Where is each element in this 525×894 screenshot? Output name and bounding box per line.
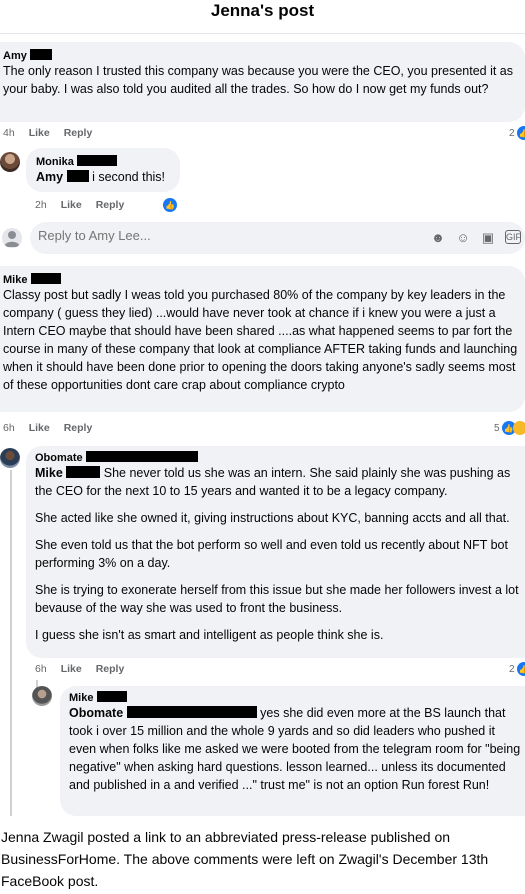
- redacted-name: [29, 49, 52, 60]
- post-header: Jenna's post: [0, 0, 525, 34]
- like-button[interactable]: Like: [29, 422, 50, 434]
- comment-mike-reply: Mike Obomate yes she did even more at th…: [60, 686, 525, 816]
- mention[interactable]: Amy: [36, 170, 63, 184]
- comment-actions: 6h Like Reply: [35, 663, 124, 675]
- reply-button[interactable]: Reply: [64, 422, 93, 434]
- like-icon: 👍: [516, 126, 525, 140]
- redacted-name: [85, 451, 198, 462]
- like-button[interactable]: Like: [29, 127, 50, 139]
- reaction-count: 2: [509, 127, 515, 139]
- comment-time[interactable]: 6h: [35, 663, 47, 675]
- gif-icon[interactable]: GIF: [505, 230, 521, 244]
- redacted-name: [96, 691, 127, 702]
- image-caption: Jenna Zwagil posted a link to an abbrevi…: [1, 829, 489, 889]
- camera-icon[interactable]: ▣: [480, 230, 496, 246]
- comment-author[interactable]: Amy: [3, 49, 521, 62]
- comment-monika: Monika Amy i second this!: [26, 148, 180, 192]
- like-button[interactable]: Like: [61, 663, 82, 675]
- reaction-count: 2: [509, 663, 515, 675]
- comment-text: Amy i second this!: [36, 170, 166, 184]
- comment-author[interactable]: Obomate: [35, 451, 521, 464]
- reply-input-container: ☻ ☺ ▣ GIF: [30, 222, 525, 254]
- comment-amy: Amy The only reason I trusted this compa…: [0, 42, 525, 122]
- redacted-name: [30, 273, 61, 284]
- emoji-icon[interactable]: ☺: [455, 230, 471, 246]
- reaction-summary[interactable]: 5 👍: [494, 421, 525, 435]
- comment-time[interactable]: 6h: [3, 422, 15, 434]
- redacted-name: [76, 155, 117, 166]
- like-icon: 👍: [516, 662, 525, 676]
- comment-actions: 2h Like Reply: [35, 199, 124, 211]
- mention[interactable]: Obomate: [69, 706, 123, 720]
- input-icons: ☻ ☺ ▣ GIF: [430, 230, 521, 246]
- comment-actions: 4h Like Reply: [3, 127, 92, 139]
- comment-author[interactable]: Mike: [69, 691, 521, 704]
- comment-time[interactable]: 4h: [3, 127, 15, 139]
- mention[interactable]: Mike: [35, 466, 63, 480]
- page-title: Jenna's post: [210, 1, 315, 20]
- reaction-summary[interactable]: 2 👍: [509, 662, 525, 676]
- redacted-name: [66, 170, 89, 182]
- avatar-icon: [2, 228, 22, 248]
- avatar[interactable]: [0, 448, 20, 468]
- comment-author[interactable]: Monika: [36, 155, 170, 168]
- reaction-summary[interactable]: 👍: [163, 198, 177, 212]
- reaction-summary[interactable]: 2 👍: [509, 126, 525, 140]
- comment-paragraph: She acted like she owned it, giving inst…: [35, 511, 510, 525]
- comment-actions: 6h Like Reply: [3, 422, 92, 434]
- reply-button[interactable]: Reply: [64, 127, 93, 139]
- haha-icon: [512, 421, 525, 435]
- thread-line: [10, 470, 12, 816]
- comment-text: Classy post but sadly I weas told you pu…: [3, 288, 518, 392]
- comment-paragraph: Mike She never told us she was an intern…: [35, 466, 511, 498]
- comment-author[interactable]: Mike: [3, 273, 521, 286]
- redacted-name: [126, 706, 257, 718]
- like-button[interactable]: Like: [61, 199, 82, 211]
- redacted-name: [66, 466, 101, 478]
- comment-time[interactable]: 2h: [35, 199, 47, 211]
- comment-text: Obomate yes she did even more at the BS …: [69, 706, 521, 792]
- reaction-count: 5: [494, 422, 500, 434]
- comment-paragraph: I guess she isn't as smart and intellige…: [35, 628, 384, 642]
- avatar[interactable]: [32, 686, 52, 706]
- comment-mike: Mike Classy post but sadly I weas told y…: [0, 266, 525, 412]
- reply-button[interactable]: Reply: [96, 199, 125, 211]
- comment-text: The only reason I trusted this company w…: [3, 64, 513, 96]
- avatar-sticker-icon[interactable]: ☻: [430, 230, 446, 246]
- avatar[interactable]: [0, 152, 20, 172]
- comment-paragraph: She is trying to exonerate herself from …: [35, 583, 519, 615]
- comment-paragraph: She even told us that the bot perform so…: [35, 538, 508, 570]
- reply-input[interactable]: [38, 228, 338, 243]
- like-icon: 👍: [163, 198, 177, 212]
- reply-button[interactable]: Reply: [96, 663, 125, 675]
- comment-obomate: Obomate Mike She never told us she was a…: [26, 446, 525, 658]
